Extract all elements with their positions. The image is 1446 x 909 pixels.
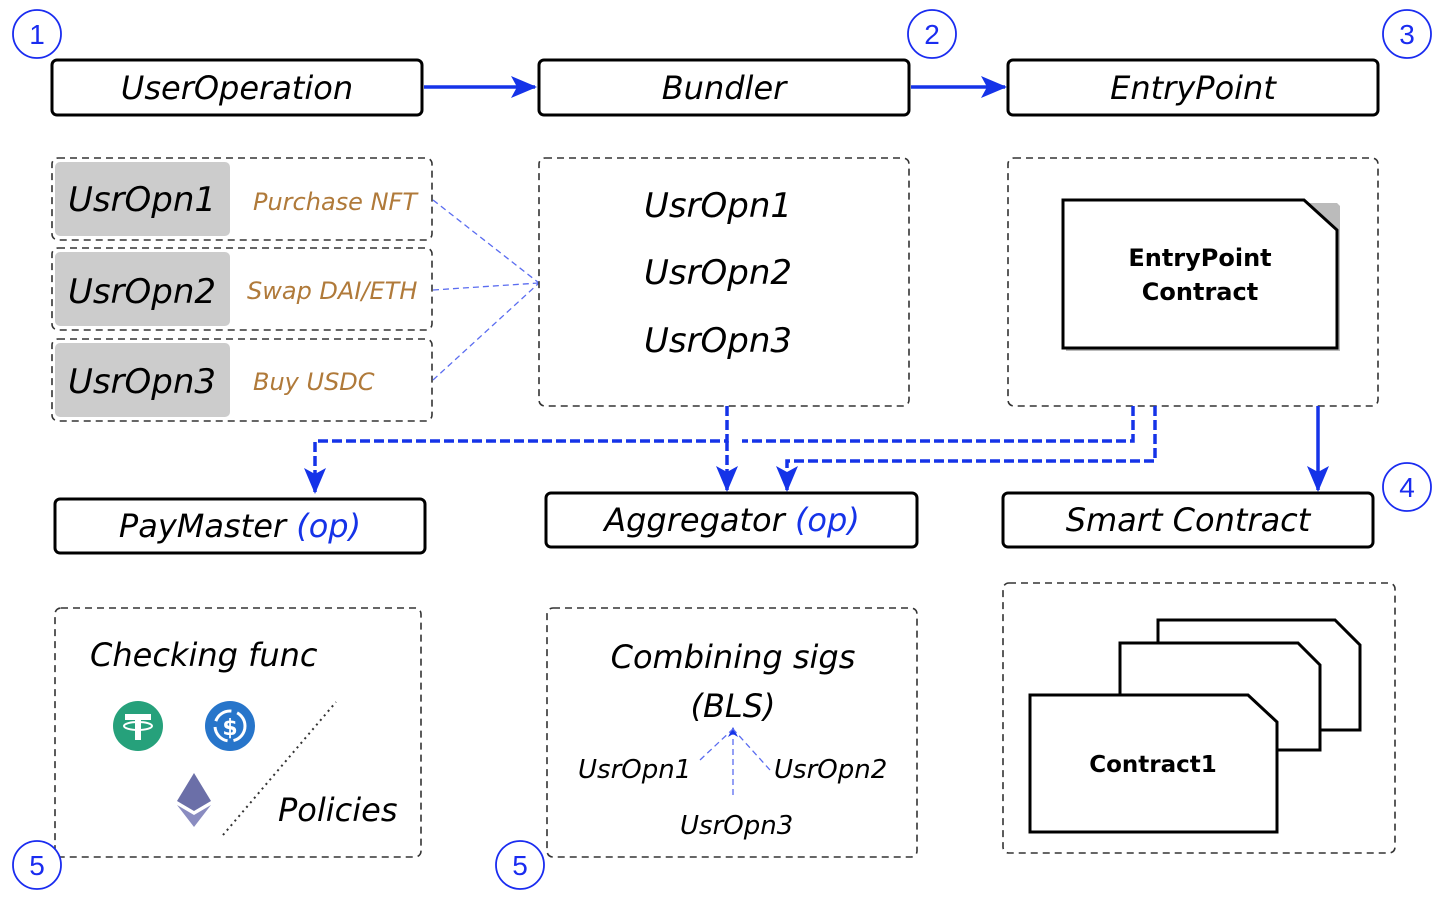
policies-label: Policies: [278, 791, 398, 829]
usdc-icon: $: [205, 701, 255, 751]
paymaster-title: PayMaster: [119, 507, 288, 545]
bundler-header: Bundler: [537, 58, 911, 117]
op-tag: (op): [296, 507, 361, 545]
bundle-item: UsrOpn3: [644, 321, 792, 361]
checking-func-label: Checking func: [90, 636, 318, 674]
step-badge-2: 2: [907, 9, 957, 59]
user-op-row: UsrOpn1 Purchase NFT: [51, 157, 433, 241]
sig-op: UsrOpn1: [578, 755, 691, 785]
user-op-task: Purchase NFT: [253, 188, 419, 216]
contract-label: Contract1: [1089, 752, 1217, 778]
user-operation-title: UserOperation: [121, 69, 353, 107]
erc4337-diagram: UserOperation Bundler EntryPoint UsrOpn1…: [12, 9, 1432, 890]
svg-text:2: 2: [924, 19, 940, 50]
entrypoint-title: EntryPoint: [1110, 69, 1277, 107]
aggregator-header: Aggregator (op): [544, 491, 919, 549]
smart-contract-panel: Contract1: [1002, 582, 1396, 854]
bundle-panel: UsrOpn1 UsrOpn2 UsrOpn3: [538, 157, 910, 407]
user-op-task: Swap DAI/ETH: [247, 277, 417, 305]
bls-label: (BLS): [690, 687, 775, 725]
tether-icon: [113, 701, 163, 751]
flow-connectors: [304, 406, 1329, 494]
step-badge-1: 1: [12, 9, 62, 59]
paymaster-panel: Checking func $ Policies: [54, 607, 422, 858]
paymaster-header: PayMaster (op): [53, 497, 427, 555]
entrypoint-contract-label: EntryPoint: [1128, 244, 1271, 272]
entrypoint-header: EntryPoint: [1006, 58, 1380, 117]
user-op-connectors: [432, 199, 540, 381]
step-badge-3: 3: [1382, 9, 1432, 59]
svg-text:5: 5: [512, 850, 528, 881]
aggregator-title: Aggregator: [602, 501, 786, 539]
bundle-item: UsrOpn2: [644, 253, 792, 293]
user-op-name: UsrOpn2: [68, 272, 216, 312]
svg-text:4: 4: [1399, 472, 1415, 503]
svg-text:1: 1: [29, 19, 45, 50]
user-op-name: UsrOpn3: [68, 362, 216, 402]
bundler-title: Bundler: [662, 69, 788, 107]
user-op-row: UsrOpn2 Swap DAI/ETH: [51, 247, 433, 331]
entrypoint-contract-label: Contract: [1142, 278, 1258, 306]
svg-text:Aggregator (op): Aggregator (op): [602, 501, 860, 539]
svg-text:3: 3: [1399, 19, 1415, 50]
step-badge-4: 4: [1382, 462, 1432, 512]
user-operation-header: UserOperation: [50, 58, 424, 117]
user-op-row: UsrOpn3 Buy USDC: [51, 338, 433, 422]
op-tag: (op): [795, 501, 860, 539]
sig-op: UsrOpn2: [774, 755, 887, 785]
smart-contract-header: Smart Contract: [1001, 491, 1375, 549]
user-op-name: UsrOpn1: [68, 180, 216, 220]
entrypoint-contract-shape: [1061, 198, 1339, 350]
smart-contract-title: Smart Contract: [1066, 501, 1312, 539]
combining-sigs-label: Combining sigs: [611, 638, 856, 676]
svg-text:$: $: [222, 716, 237, 741]
svg-text:5: 5: [29, 850, 45, 881]
sig-op: UsrOpn3: [680, 811, 793, 841]
svg-text:PayMaster (op): PayMaster (op): [119, 507, 361, 545]
bundle-item: UsrOpn1: [644, 186, 792, 226]
user-op-list: UsrOpn1 Purchase NFT UsrOpn2 Swap DAI/ET…: [51, 157, 433, 422]
step-badge-5b: 5: [495, 840, 545, 890]
aggregator-panel: Combining sigs (BLS) UsrOpn1 UsrOpn2 Usr…: [546, 607, 918, 858]
user-op-task: Buy USDC: [253, 368, 375, 396]
step-badge-5: 5: [12, 840, 62, 890]
ethereum-icon: [177, 773, 211, 827]
entrypoint-panel: EntryPoint Contract: [1007, 157, 1379, 407]
